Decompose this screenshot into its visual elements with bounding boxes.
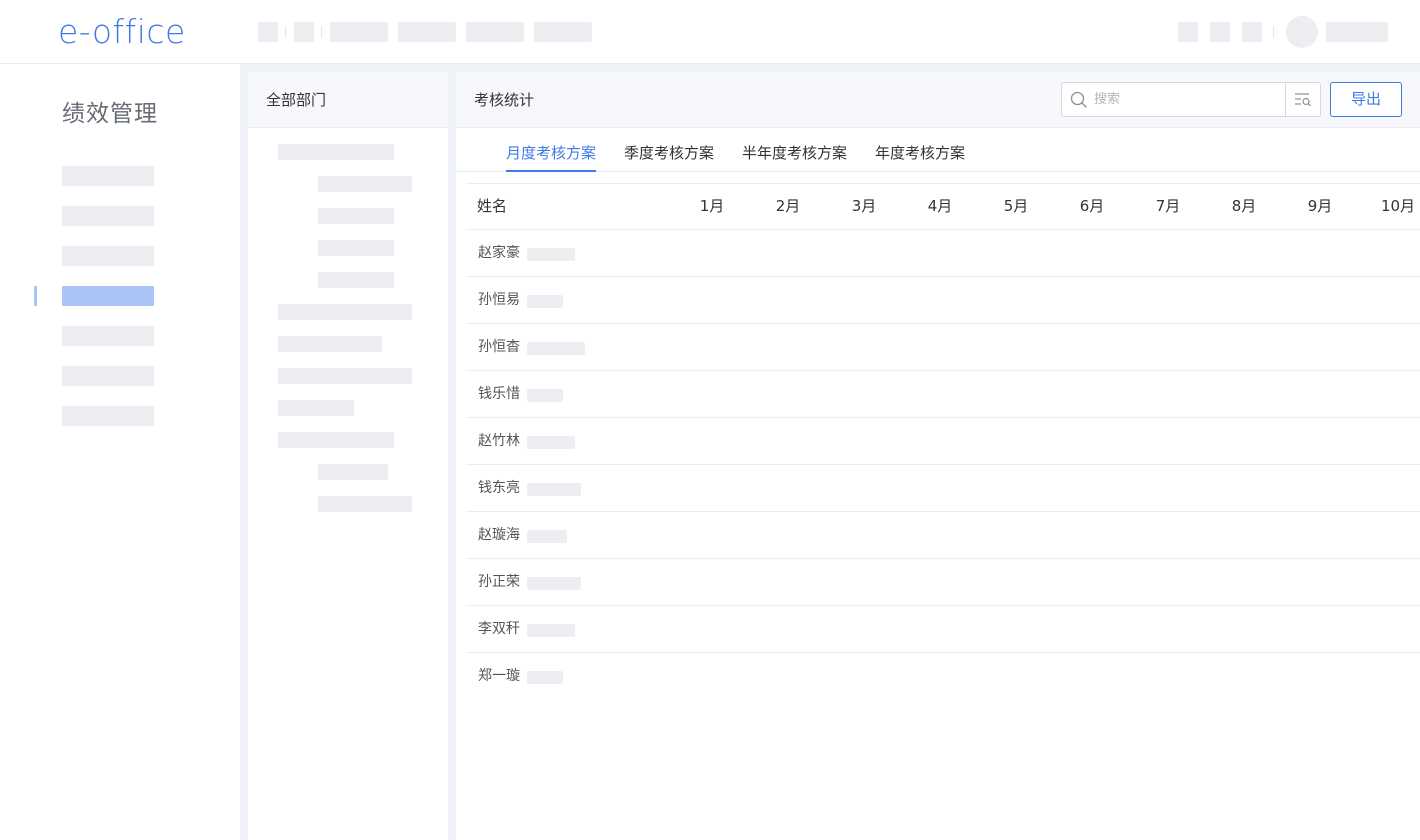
sidebar-item-placeholder[interactable] bbox=[62, 326, 154, 346]
table-row[interactable]: 孙恒杳 bbox=[466, 324, 1420, 371]
stats-table: 姓名 1月 2月 3月 4月 5月 6月 7月 8月 9月 10月 赵家豪 孙恒… bbox=[466, 183, 1420, 700]
active-indicator bbox=[34, 286, 37, 306]
name-extra-placeholder bbox=[527, 248, 575, 261]
dept-tree-item[interactable] bbox=[318, 176, 412, 192]
sidebar-item-placeholder[interactable] bbox=[62, 406, 154, 426]
column-header-month: 4月 bbox=[927, 197, 953, 215]
name-extra-placeholder bbox=[527, 483, 581, 496]
column-header-month: 1月 bbox=[699, 197, 725, 215]
column-header-month: 5月 bbox=[1003, 197, 1029, 215]
sidebar-item-placeholder[interactable] bbox=[62, 246, 154, 266]
avatar[interactable] bbox=[1286, 16, 1318, 48]
dept-tree-item[interactable] bbox=[318, 464, 388, 480]
dept-tree-item[interactable] bbox=[318, 208, 394, 224]
main-panel: 考核统计 导出 月度考核方案 季度考核方案 bbox=[456, 72, 1420, 840]
employee-name: 郑一璇 bbox=[478, 668, 520, 684]
employee-name: 赵竹林 bbox=[478, 433, 520, 449]
tab-quarterly[interactable]: 季度考核方案 bbox=[624, 128, 714, 172]
sidebar-item-active[interactable] bbox=[62, 286, 154, 306]
name-extra-placeholder bbox=[527, 295, 563, 308]
department-panel-title[interactable]: 全部部门 bbox=[248, 72, 448, 128]
dept-tree-item[interactable] bbox=[318, 272, 394, 288]
app-logo[interactable]: e-office bbox=[58, 12, 186, 52]
nav-menu-placeholder[interactable] bbox=[330, 22, 388, 42]
toolbar-divider bbox=[1273, 26, 1274, 38]
search-icon bbox=[1070, 91, 1088, 109]
name-extra-placeholder bbox=[527, 577, 581, 590]
table-header: 姓名 1月 2月 3月 4月 5月 6月 7月 8月 9月 10月 bbox=[466, 183, 1420, 230]
name-extra-placeholder bbox=[527, 342, 585, 355]
table-row[interactable]: 赵家豪 bbox=[466, 230, 1420, 277]
dept-tree-item[interactable] bbox=[278, 336, 382, 352]
sidebar-item-placeholder[interactable] bbox=[62, 366, 154, 386]
name-extra-placeholder bbox=[527, 436, 575, 449]
dept-tree-item[interactable] bbox=[318, 496, 412, 512]
column-header-month: 2月 bbox=[775, 197, 801, 215]
dept-tree-item[interactable] bbox=[278, 432, 394, 448]
name-extra-placeholder bbox=[527, 671, 563, 684]
column-header-month: 9月 bbox=[1307, 197, 1333, 215]
name-extra-placeholder bbox=[527, 389, 563, 402]
advanced-search-icon[interactable] bbox=[1285, 83, 1320, 116]
employee-name: 钱东亮 bbox=[478, 480, 520, 496]
dept-tree-item[interactable] bbox=[278, 400, 354, 416]
tab-monthly[interactable]: 月度考核方案 bbox=[506, 128, 597, 172]
page-title: 考核统计 bbox=[474, 91, 535, 109]
dept-tree-item[interactable] bbox=[278, 368, 412, 384]
column-header-month: 8月 bbox=[1231, 197, 1257, 215]
table-row[interactable]: 钱乐惜 bbox=[466, 371, 1420, 418]
top-bar: e-office bbox=[0, 0, 1420, 64]
tab-half-year[interactable]: 半年度考核方案 bbox=[742, 128, 847, 172]
nav-menu-placeholder[interactable] bbox=[534, 22, 592, 42]
sidebar: 绩效管理 bbox=[0, 64, 240, 840]
table-row[interactable]: 钱东亮 bbox=[466, 465, 1420, 512]
search-box[interactable] bbox=[1061, 82, 1321, 117]
employee-name: 孙恒杳 bbox=[478, 339, 520, 355]
column-header-month: 3月 bbox=[851, 197, 877, 215]
table-row[interactable]: 赵竹林 bbox=[466, 418, 1420, 465]
username-placeholder[interactable] bbox=[1326, 22, 1388, 42]
tab-yearly[interactable]: 年度考核方案 bbox=[875, 128, 965, 172]
module-title: 绩效管理 bbox=[62, 101, 158, 127]
table-row[interactable]: 李双秆 bbox=[466, 606, 1420, 653]
toolbar-icon-placeholder[interactable] bbox=[1210, 22, 1230, 42]
sidebar-item-placeholder[interactable] bbox=[62, 166, 154, 186]
employee-name: 李双秆 bbox=[478, 621, 520, 637]
column-header-month: 7月 bbox=[1155, 197, 1181, 215]
employee-name: 钱乐惜 bbox=[478, 386, 520, 402]
search-input[interactable] bbox=[1094, 84, 1282, 115]
column-header-month: 6月 bbox=[1079, 197, 1105, 215]
nav-menu-placeholder[interactable] bbox=[398, 22, 456, 42]
nav-icon-placeholder[interactable] bbox=[294, 22, 314, 42]
sidebar-item-placeholder[interactable] bbox=[62, 206, 154, 226]
nav-menu-placeholder[interactable] bbox=[466, 22, 524, 42]
name-extra-placeholder bbox=[527, 624, 575, 637]
scheme-tabs: 月度考核方案 季度考核方案 半年度考核方案 年度考核方案 bbox=[456, 128, 1420, 172]
nav-divider bbox=[321, 26, 322, 38]
nav-icon-placeholder[interactable] bbox=[258, 22, 278, 42]
column-header-name: 姓名 bbox=[477, 197, 508, 215]
employee-name: 孙恒易 bbox=[478, 292, 520, 308]
table-row[interactable]: 孙恒易 bbox=[466, 277, 1420, 324]
main-header: 考核统计 导出 bbox=[456, 72, 1420, 128]
column-header-month: 10月 bbox=[1380, 197, 1416, 215]
toolbar-icon-placeholder[interactable] bbox=[1178, 22, 1198, 42]
toolbar-icon-placeholder[interactable] bbox=[1242, 22, 1262, 42]
employee-name: 赵璇海 bbox=[478, 527, 520, 543]
table-row[interactable]: 郑一璇 bbox=[466, 653, 1420, 700]
department-panel: 全部部门 bbox=[248, 72, 448, 840]
export-button[interactable]: 导出 bbox=[1330, 82, 1402, 117]
employee-name: 赵家豪 bbox=[478, 245, 520, 261]
table-row[interactable]: 赵璇海 bbox=[466, 512, 1420, 559]
dept-tree-item[interactable] bbox=[278, 144, 394, 160]
dept-tree-item[interactable] bbox=[278, 304, 412, 320]
dept-tree-item[interactable] bbox=[318, 240, 394, 256]
name-extra-placeholder bbox=[527, 530, 567, 543]
nav-divider bbox=[285, 26, 286, 38]
employee-name: 孙正荣 bbox=[478, 574, 520, 590]
table-row[interactable]: 孙正荣 bbox=[466, 559, 1420, 606]
